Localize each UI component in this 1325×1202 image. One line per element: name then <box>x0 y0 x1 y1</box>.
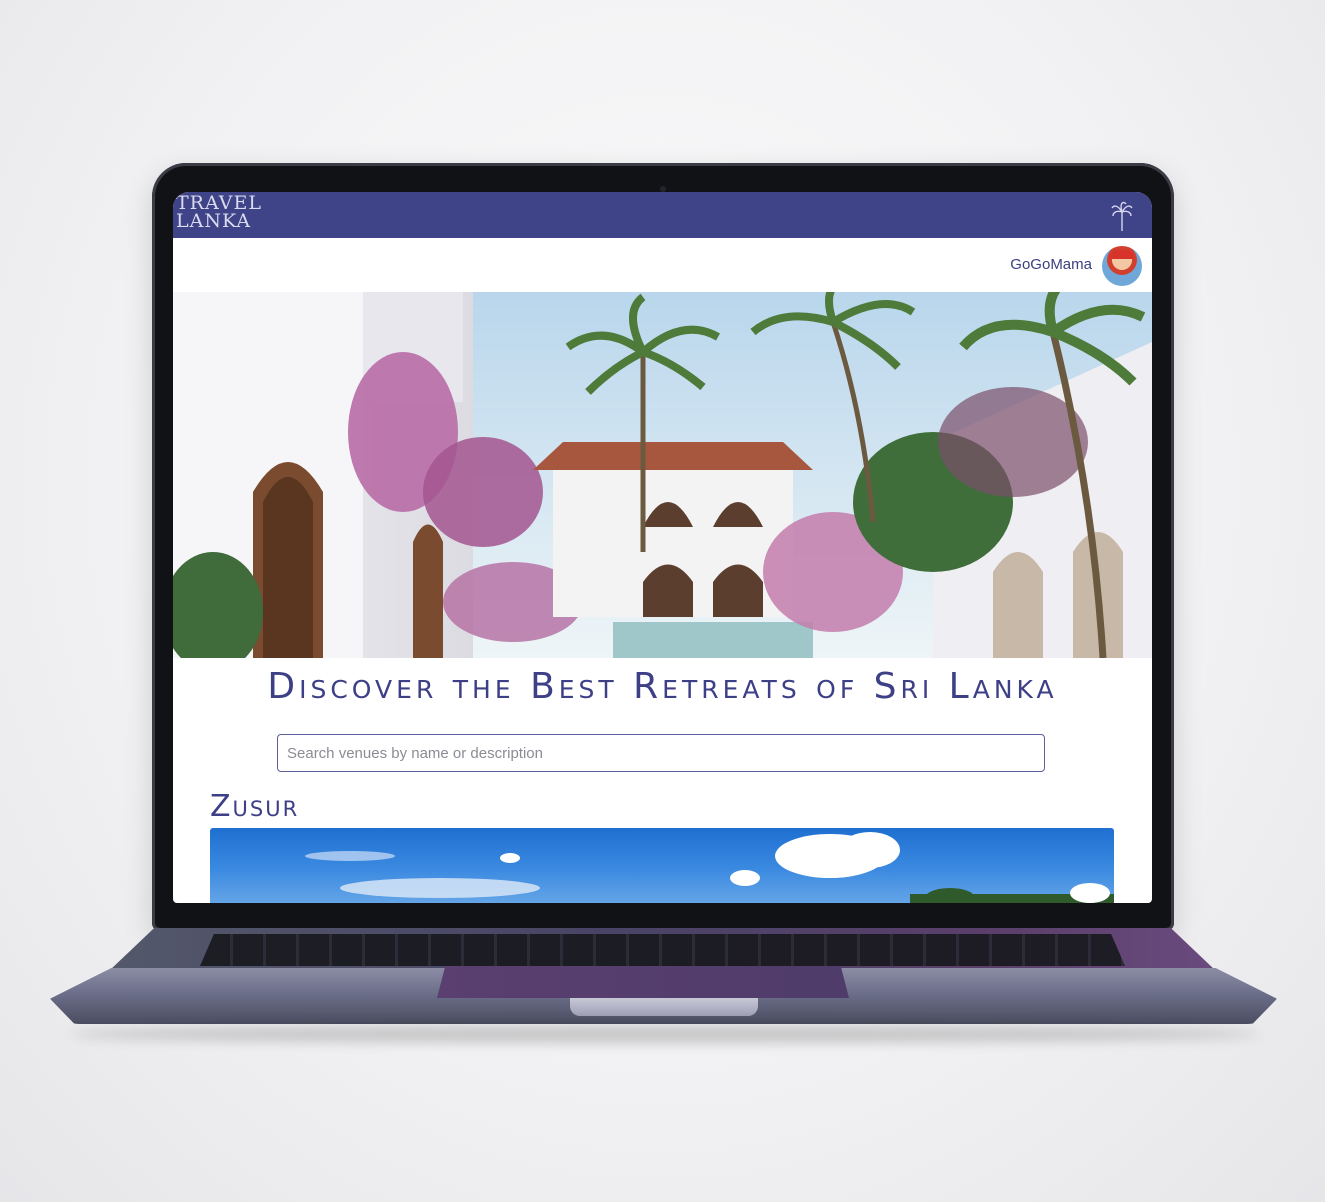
laptop-mockup: TRAVEL LANKA GoGoMama Discover the Best … <box>0 0 1325 1202</box>
hero-image <box>173 278 1152 672</box>
user-bar: GoGoMama <box>173 238 1152 292</box>
browser-screen: TRAVEL LANKA GoGoMama Discover the Best … <box>173 192 1152 903</box>
search-input[interactable] <box>277 734 1045 772</box>
venue-image[interactable] <box>210 828 1114 903</box>
trackpad <box>437 966 849 998</box>
venue-title[interactable]: Zusur <box>210 789 299 824</box>
avatar[interactable] <box>1102 246 1142 286</box>
username[interactable]: GoGoMama <box>1010 256 1092 273</box>
keyboard <box>200 934 1125 966</box>
laptop-shadow <box>70 1025 1260 1043</box>
logo-line-2: LANKA <box>176 210 252 232</box>
page-title: Discover the Best Retreats of Sri Lanka <box>267 666 1058 707</box>
site-logo[interactable]: TRAVEL LANKA <box>176 194 261 236</box>
opening-notch <box>570 998 758 1016</box>
top-navigation-bar: TRAVEL LANKA <box>173 192 1152 238</box>
palm-tree-icon[interactable] <box>1110 200 1134 232</box>
